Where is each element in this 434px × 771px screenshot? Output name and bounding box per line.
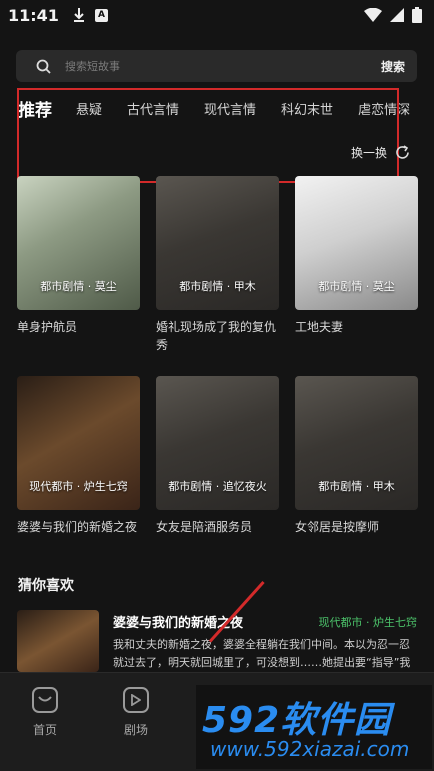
cover-label: 都市剧情 · 莫尘 [318, 280, 395, 293]
app-notification-icon: A [94, 8, 108, 22]
story-title: 婚礼现场成了我的复仇秀 [156, 320, 277, 352]
watermark-url: www.592xiazai.com [210, 737, 410, 761]
refresh-button[interactable]: 换一换 [351, 144, 410, 161]
refresh-icon [396, 145, 409, 159]
refresh-label: 换一换 [351, 146, 388, 160]
tab-modern-romance[interactable]: 现代言情 [204, 99, 256, 118]
story-title: 单身护航员 [17, 320, 78, 334]
story-card[interactable]: 都市剧情 · 莫尘 单身护航员 [17, 176, 140, 336]
cover-label: 都市剧情 · 追忆夜火 [168, 480, 267, 493]
story-card[interactable]: 都市剧情 · 甲木 女邻居是按摩师 [295, 376, 418, 536]
recommendation-tag: 现代都市 · 炉生七窍 [318, 616, 418, 629]
nav-theater[interactable]: 剧场 [106, 687, 166, 738]
tab-suspense[interactable]: 悬疑 [76, 99, 102, 118]
cover-label: 都市剧情 · 甲木 [318, 480, 395, 493]
nav-home[interactable]: 首页 [15, 687, 75, 738]
battery-icon [412, 7, 422, 23]
story-title: 女邻居是按摩师 [295, 520, 380, 534]
story-cover: 现代都市 · 炉生七窍 [17, 376, 140, 510]
tab-angst-romance[interactable]: 虐恋情深 [358, 99, 410, 118]
tab-scifi[interactable]: 科幻末世 [281, 99, 333, 118]
cover-label: 现代都市 · 炉生七窍 [29, 480, 128, 493]
story-card[interactable]: 现代都市 · 炉生七窍 婆婆与我们的新婚之夜 [17, 376, 140, 536]
recommendation-description: 我和丈夫的新婚之夜，婆婆全程躺在我们中间。本以为忍一忍就过去了，明天就回城里了，… [113, 638, 411, 669]
story-title: 工地夫妻 [295, 320, 344, 334]
category-tabs: 推荐 悬疑 古代言情 现代言情 科幻末世 虐恋情深 [18, 96, 434, 121]
recommendation-item[interactable]: 婆婆与我们的新婚之夜 现代都市 · 炉生七窍 我和丈夫的新婚之夜，婆婆全程躺在我… [17, 610, 417, 672]
search-bar[interactable]: 搜索短故事 搜索 [16, 50, 417, 82]
signal-icon [390, 8, 404, 22]
cover-label: 都市剧情 · 甲木 [179, 280, 256, 293]
watermark-logo: 592软件园 [202, 700, 392, 741]
status-time: 11:41 [8, 5, 59, 25]
play-icon [123, 687, 149, 713]
status-bar: 11:41 A [0, 0, 434, 30]
story-cover: 都市剧情 · 追忆夜火 [156, 376, 279, 510]
story-card[interactable]: 都市剧情 · 莫尘 工地夫妻 [295, 176, 418, 336]
search-button[interactable]: 搜索 [381, 58, 405, 75]
story-title: 女友是陪酒服务员 [156, 520, 253, 534]
tab-ancient-romance[interactable]: 古代言情 [127, 99, 179, 118]
watermark: 592软件园 www.592xiazai.com [196, 685, 432, 769]
nav-home-label: 首页 [32, 723, 57, 737]
search-input[interactable]: 搜索短故事 [65, 58, 120, 74]
section-title: 猜你喜欢 [18, 578, 74, 594]
story-cover: 都市剧情 · 甲木 [156, 176, 279, 310]
recommendation-cover [17, 610, 99, 672]
story-title: 婆婆与我们的新婚之夜 [17, 520, 138, 534]
search-icon [36, 59, 51, 74]
cover-label: 都市剧情 · 莫尘 [40, 280, 117, 293]
story-cover: 都市剧情 · 莫尘 [295, 176, 418, 310]
download-icon [73, 8, 84, 22]
story-cover: 都市剧情 · 莫尘 [17, 176, 140, 310]
wifi-icon [364, 8, 382, 22]
story-card[interactable]: 都市剧情 · 甲木 婚礼现场成了我的复仇秀 [156, 176, 279, 354]
story-cover: 都市剧情 · 甲木 [295, 376, 418, 510]
nav-theater-label: 剧场 [123, 723, 148, 737]
story-card[interactable]: 都市剧情 · 追忆夜火 女友是陪酒服务员 [156, 376, 279, 536]
tab-recommend[interactable]: 推荐 [18, 96, 52, 121]
home-icon [32, 687, 58, 713]
